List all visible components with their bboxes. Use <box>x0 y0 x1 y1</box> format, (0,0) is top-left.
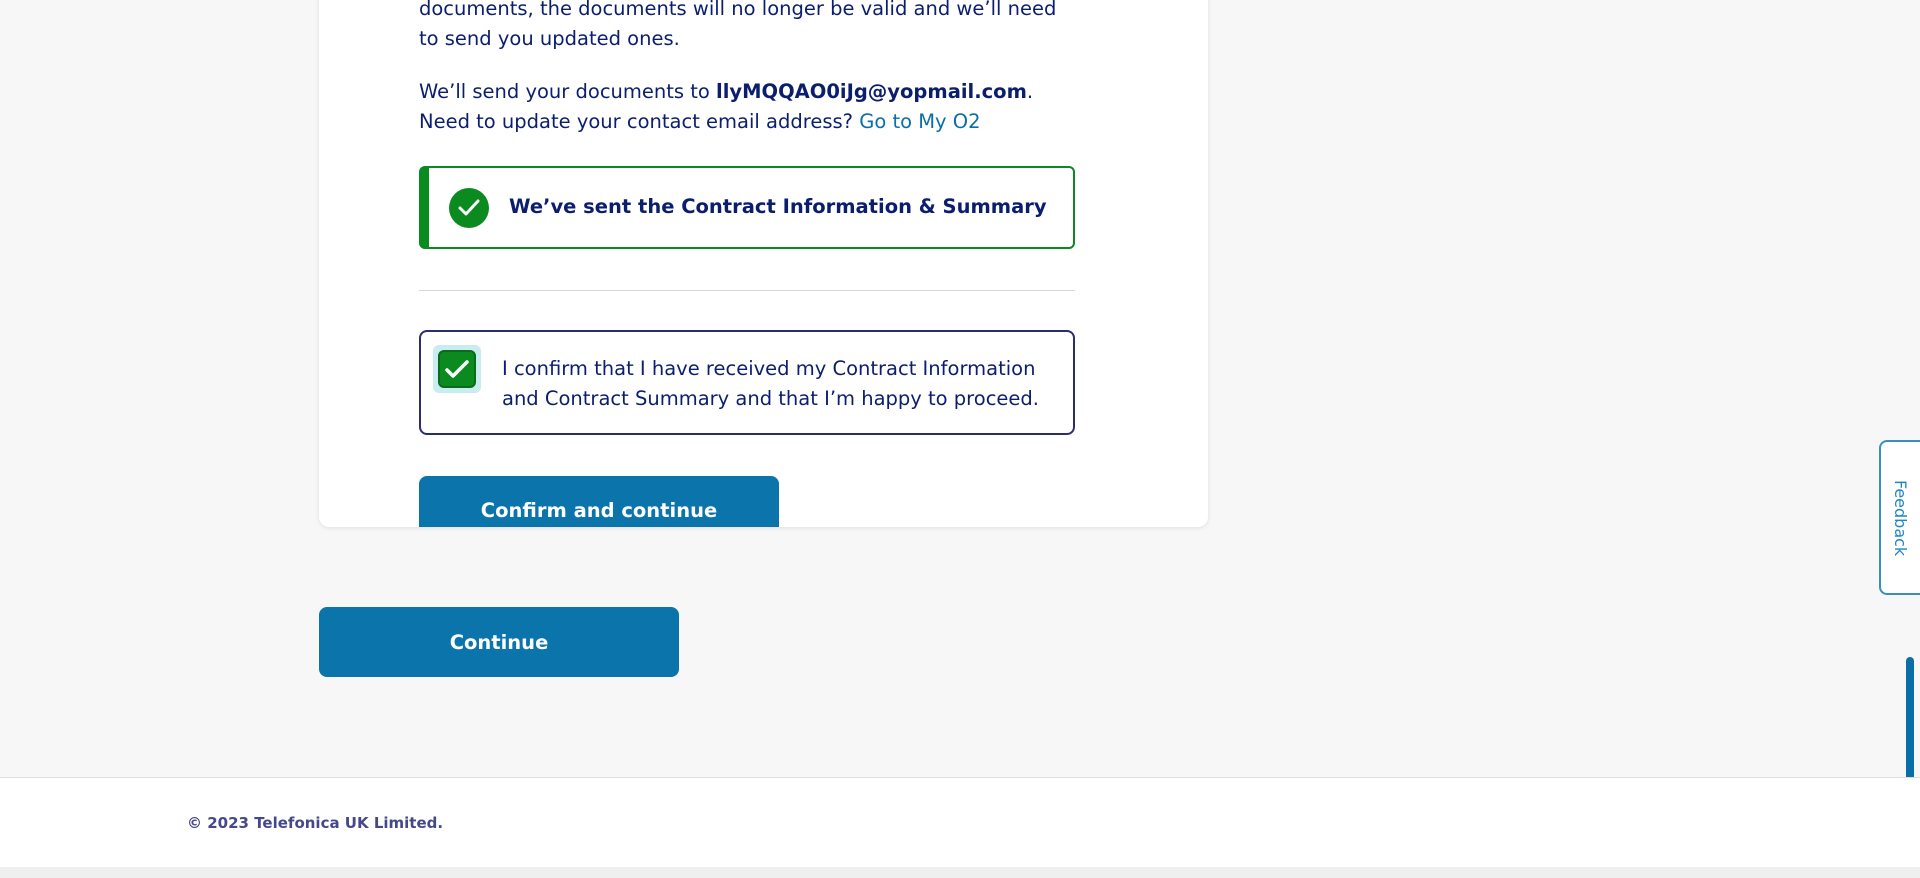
documents-validity-text: documents, the documents will no longer … <box>419 0 1057 50</box>
contract-documents-card: documents, the documents will no longer … <box>319 0 1208 527</box>
checkbox-focus-ring <box>433 345 481 393</box>
confirm-and-continue-button[interactable]: Confirm and continue <box>419 476 779 527</box>
success-message: We’ve sent the Contract Information & Su… <box>509 195 1047 218</box>
send-documents-text: We’ll send your documents to llyMQQAO0iJ… <box>419 77 1079 137</box>
copyright-text: © 2023 Telefonica UK Limited. <box>187 814 444 832</box>
confirm-receipt-checkbox-option[interactable]: I confirm that I have received my Contra… <box>419 330 1075 435</box>
divider <box>419 290 1075 291</box>
checkmark-icon <box>445 360 469 378</box>
confirm-checkbox-label: I confirm that I have received my Contra… <box>502 357 1039 410</box>
contact-email: llyMQQAO0iJg@yopmail.com <box>716 80 1027 103</box>
feedback-label: Feedback <box>1891 480 1910 557</box>
confirm-checkbox[interactable] <box>438 350 476 388</box>
documents-sent-success-banner: We’ve sent the Contract Information & Su… <box>419 166 1075 249</box>
feedback-tab[interactable]: Feedback <box>1879 440 1920 595</box>
go-to-my-o2-link[interactable]: Go to My O2 <box>859 110 980 133</box>
continue-button[interactable]: Continue <box>319 607 679 677</box>
footer: © 2023 Telefonica UK Limited. <box>0 777 1920 868</box>
bottom-strip <box>0 867 1920 878</box>
check-circle-icon <box>449 188 489 228</box>
send-prefix: We’ll send your documents to <box>419 80 717 103</box>
